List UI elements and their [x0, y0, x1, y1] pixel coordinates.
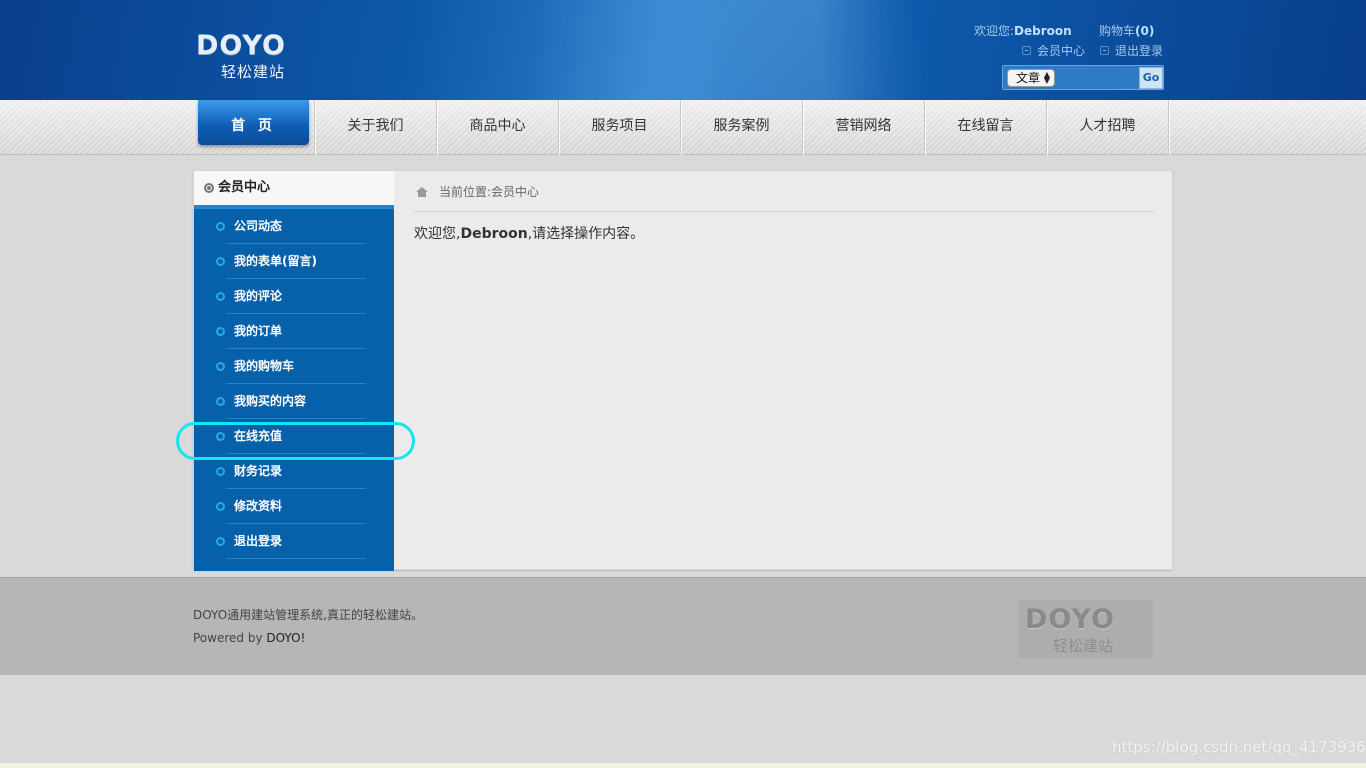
logout-icon	[1100, 46, 1109, 55]
search-type-select[interactable]: 文章 ▲ ▼	[1007, 69, 1055, 87]
sidebar-title-icon	[204, 183, 214, 193]
highlight-annotation-ring	[176, 422, 415, 460]
breadcrumb-text: 当前位置:会员中心	[439, 185, 540, 199]
welcome-message: 欢迎您,Debroon,请选择操作内容。	[414, 223, 644, 243]
nav-item-home[interactable]: 首 页	[193, 100, 315, 155]
circle-bullet-icon	[216, 362, 225, 371]
nav-label: 服务案例	[713, 118, 770, 134]
powered-prefix: Powered by	[193, 631, 267, 645]
nav-item-cases[interactable]: 服务案例	[681, 100, 803, 155]
greet-suffix: ,请选择操作内容。	[527, 226, 645, 242]
sidebar-item-label: 公司动态	[234, 219, 283, 233]
sidebar-item-my-forms[interactable]: 我的表单(留言)	[194, 244, 394, 279]
circle-bullet-icon	[216, 502, 225, 511]
member-center-link[interactable]: 会员中心	[1022, 42, 1085, 59]
welcome-text: 欢迎您:Debroon	[974, 22, 1072, 39]
logo-wordmark: DOYO	[196, 30, 286, 61]
sidebar-item-label: 修改资料	[234, 499, 283, 513]
sidebar-item-label: 我购买的内容	[234, 394, 307, 408]
home-icon	[416, 187, 428, 197]
logout-link[interactable]: 退出登录	[1100, 42, 1163, 59]
circle-bullet-icon	[216, 467, 225, 476]
nav-label: 营销网络	[835, 118, 892, 134]
welcome-username[interactable]: Debroon	[1014, 24, 1072, 38]
sidebar-item-my-comments[interactable]: 我的评论	[194, 279, 394, 314]
cart-link[interactable]: 购物车(0)	[1099, 22, 1154, 39]
sidebar-item-company-news[interactable]: 公司动态	[194, 209, 394, 244]
circle-bullet-icon	[216, 327, 225, 336]
circle-bullet-icon	[216, 222, 225, 231]
nav-item-products[interactable]: 商品中心	[437, 100, 559, 155]
site-header: DOYO 轻松建站 欢迎您:Debroon 购物车(0) 会员中心 退出登录 文…	[0, 0, 1366, 100]
member-content: 当前位置:会员中心 欢迎您,Debroon,请选择操作内容。	[394, 171, 1174, 571]
sidebar-title-text: 会员中心	[218, 180, 271, 195]
search-go-button[interactable]: Go	[1139, 67, 1163, 89]
bottom-strip	[0, 763, 1366, 768]
sidebar-item-edit-profile[interactable]: 修改资料	[194, 489, 394, 524]
circle-bullet-icon	[216, 537, 225, 546]
logout-label: 退出登录	[1115, 44, 1164, 58]
sidebar-title: 会员中心	[194, 171, 394, 209]
select-arrows-icon: ▲ ▼	[1043, 70, 1050, 85]
footer-logo: DOYO 轻松建站	[1018, 600, 1153, 658]
greet-username: Debroon	[460, 226, 528, 242]
circle-bullet-icon	[216, 257, 225, 266]
powered-brand-link[interactable]: DOYO!	[266, 631, 305, 645]
footer-powered-by: Powered by DOYO!	[193, 631, 305, 645]
nav-item-services[interactable]: 服务项目	[559, 100, 681, 155]
nav-label: 商品中心	[469, 118, 526, 134]
search-bar: 文章 ▲ ▼ Go	[1002, 65, 1164, 90]
circle-bullet-icon	[216, 292, 225, 301]
nav-item-jobs[interactable]: 人才招聘	[1047, 100, 1169, 155]
greet-prefix: 欢迎您,	[414, 226, 461, 242]
footer-logo-tagline: 轻松建站	[1053, 637, 1114, 655]
search-input[interactable]	[1058, 68, 1138, 88]
nav-item-network[interactable]: 营销网络	[803, 100, 925, 155]
circle-bullet-icon	[216, 397, 225, 406]
sidebar-item-logout[interactable]: 退出登录	[194, 524, 394, 559]
url-watermark: https://blog.csdn.net/qq_41739364	[1112, 738, 1366, 756]
cart-count: (0)	[1135, 24, 1155, 38]
member-panel: 会员中心 公司动态 我的表单(留言) 我的评论 我的订单 我的购物车 我购买的内…	[193, 170, 1174, 571]
sidebar-item-label: 我的评论	[234, 289, 283, 303]
cart-label: 购物车	[1099, 24, 1136, 38]
nav-item-about[interactable]: 关于我们	[315, 100, 437, 155]
logo-tagline: 轻松建站	[221, 63, 286, 81]
sidebar-menu: 公司动态 我的表单(留言) 我的评论 我的订单 我的购物车 我购买的内容 在线充…	[194, 209, 394, 559]
site-logo[interactable]: DOYO 轻松建站	[196, 30, 320, 82]
sidebar-item-label: 我的购物车	[234, 359, 295, 373]
sidebar-item-purchased-content[interactable]: 我购买的内容	[194, 384, 394, 419]
nav-label: 服务项目	[591, 118, 648, 134]
sidebar-item-label: 我的表单(留言)	[234, 254, 317, 268]
member-center-label: 会员中心	[1037, 44, 1086, 58]
footer-slogan: DOYO通用建站管理系统,真正的轻松建站。	[193, 608, 423, 622]
main-nav: 首 页 关于我们 商品中心 服务项目 服务案例 营销网络 在线留言 人才招聘	[0, 100, 1366, 155]
footer-logo-wordmark: DOYO	[1025, 604, 1115, 635]
sidebar-item-label: 我的订单	[234, 324, 283, 338]
nav-label: 关于我们	[347, 118, 404, 134]
nav-label: 在线留言	[957, 118, 1014, 134]
sidebar-item-my-cart[interactable]: 我的购物车	[194, 349, 394, 384]
sidebar-item-label: 退出登录	[234, 534, 283, 548]
sidebar-item-my-orders[interactable]: 我的订单	[194, 314, 394, 349]
breadcrumb: 当前位置:会员中心	[414, 183, 1154, 212]
nav-label: 人才招聘	[1079, 118, 1136, 134]
sidebar-item-label: 财务记录	[234, 464, 283, 478]
site-footer: DOYO通用建站管理系统,真正的轻松建站。 Powered by DOYO! D…	[0, 577, 1366, 675]
member-center-icon	[1022, 46, 1031, 55]
search-type-value: 文章	[1016, 71, 1041, 85]
nav-item-guestbook[interactable]: 在线留言	[925, 100, 1047, 155]
nav-label: 首 页	[231, 118, 276, 134]
nav-items: 首 页 关于我们 商品中心 服务项目 服务案例 营销网络 在线留言 人才招聘	[193, 100, 1169, 155]
welcome-prefix: 欢迎您:	[974, 24, 1015, 38]
member-sidebar: 会员中心 公司动态 我的表单(留言) 我的评论 我的订单 我的购物车 我购买的内…	[194, 171, 394, 571]
